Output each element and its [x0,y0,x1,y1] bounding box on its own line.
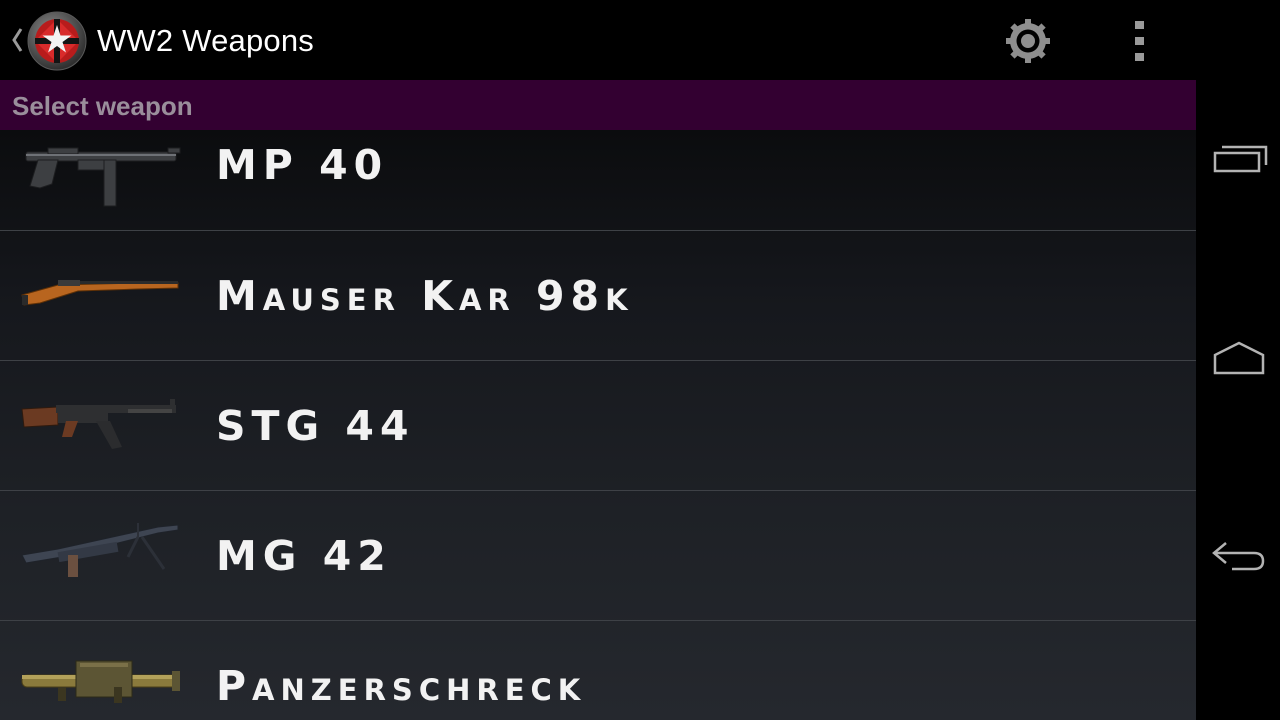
weapon-row-mg42[interactable]: MG 42 [0,491,1196,621]
home-icon [1213,341,1265,375]
overflow-menu-icon[interactable] [1126,17,1154,65]
recent-apps-button[interactable] [1198,116,1278,206]
settings-gear-icon[interactable] [1004,17,1052,65]
back-button[interactable] [1198,512,1278,602]
weapon-row-kar98k[interactable]: Mauser Kar 98k [0,231,1196,361]
back-icon [1212,542,1265,571]
weapon-name: MG 42 [216,532,392,580]
mg42-weapon-image [21,523,179,577]
mp40-weapon-image [25,147,181,207]
panzerschreck-weapon-image [21,660,180,703]
app-title: WW2 Weapons [97,23,314,58]
action-bar: WW2 Weapons [0,0,1196,80]
weapon-name: Panzerschreck [216,662,587,710]
weapon-row-panzerschreck[interactable]: Panzerschreck [0,621,1196,720]
weapon-name: Mauser Kar 98k [216,272,634,320]
chevron-left-icon[interactable] [6,22,26,58]
recent-apps-icon [1213,145,1268,173]
stg44-weapon-image [21,399,176,449]
system-navigation-bar [1196,0,1280,720]
select-weapon-header: Select weapon [0,80,1196,130]
weapon-row-stg44[interactable]: STG 44 [0,361,1196,491]
app-logo-icon[interactable] [27,11,87,71]
weapon-name: MP 40 [216,141,389,189]
weapon-name: STG 44 [216,402,415,450]
kar98k-weapon-image [21,280,179,306]
select-weapon-label: Select weapon [12,91,193,121]
weapon-list[interactable]: MP 40 Mauser Kar 98k STG 44 MG 42 Panzer… [0,130,1196,720]
weapon-row-mp40[interactable]: MP 40 [0,130,1196,231]
home-button[interactable] [1198,316,1278,406]
app-window: WW2 Weapons Select weapon MP 40 Mauser K… [0,0,1196,720]
